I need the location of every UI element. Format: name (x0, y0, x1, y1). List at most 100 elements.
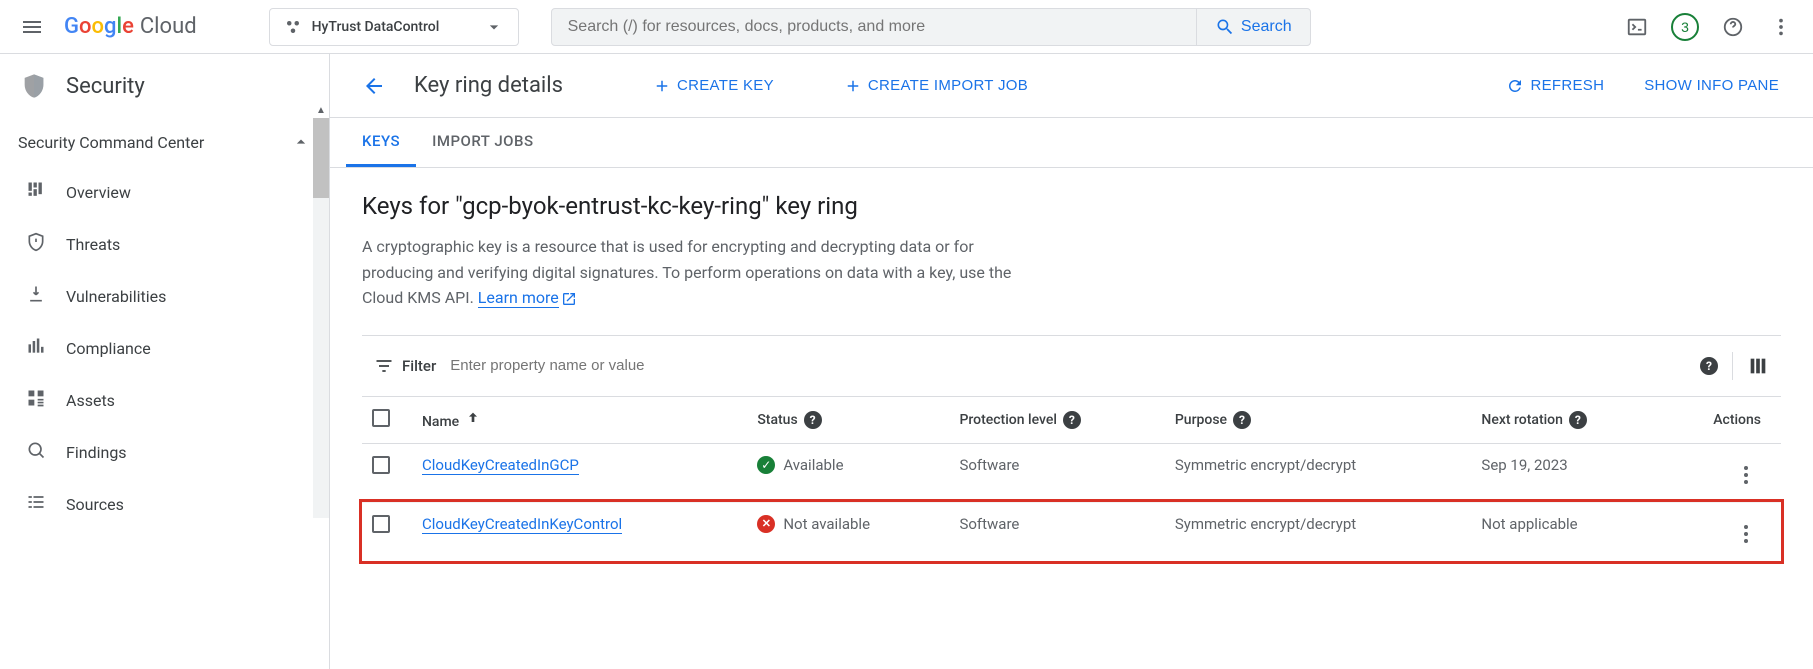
columns-icon (1747, 355, 1769, 377)
security-shield-icon (20, 72, 48, 100)
left-sidebar: Security Security Command Center Overvie… (0, 54, 330, 669)
refresh-button[interactable]: REFRESH (1496, 71, 1614, 101)
more-options-button[interactable] (1761, 7, 1801, 47)
error-circle-icon: ✕ (757, 515, 775, 533)
filter-input[interactable] (446, 353, 1684, 378)
sidebar-item-assets[interactable]: Assets (0, 374, 329, 426)
notifications-button[interactable]: 3 (1665, 7, 1705, 47)
create-import-job-label: CREATE IMPORT JOB (868, 77, 1028, 94)
list-icon (26, 492, 46, 516)
help-button[interactable] (1713, 7, 1753, 47)
purpose-help-icon[interactable]: ? (1233, 411, 1251, 429)
search-button[interactable]: Search (1196, 9, 1310, 45)
column-header-protection[interactable]: Protection level? (949, 397, 1164, 444)
rotation-cell: Sep 19, 2023 (1471, 443, 1662, 502)
column-display-button[interactable] (1747, 346, 1769, 386)
learn-more-link[interactable]: Learn more (478, 288, 559, 308)
project-name-label: HyTrust DataControl (312, 19, 440, 35)
content-description: A cryptographic key is a resource that i… (362, 234, 1022, 311)
status-cell: ✓Available (757, 456, 939, 474)
assets-icon (26, 388, 46, 412)
row-actions-button[interactable] (1731, 519, 1761, 549)
compliance-icon (26, 336, 46, 360)
google-cloud-logo[interactable]: Google Cloud (64, 14, 197, 39)
sidebar-item-sources[interactable]: Sources (0, 478, 329, 530)
sidebar-item-vulnerabilities[interactable]: Vulnerabilities (0, 270, 329, 322)
hamburger-icon (20, 15, 44, 39)
key-name-link[interactable]: CloudKeyCreatedInGCP (422, 456, 579, 475)
hamburger-menu-button[interactable] (12, 7, 52, 47)
dashboard-icon (26, 180, 46, 204)
column-header-status[interactable]: Status? (747, 397, 949, 444)
rotation-cell: Not applicable (1471, 502, 1662, 561)
filter-help-button[interactable]: ? (1700, 357, 1718, 375)
create-import-job-button[interactable]: CREATE IMPORT JOB (834, 71, 1038, 101)
column-header-rotation[interactable]: Next rotation? (1471, 397, 1662, 444)
search-input[interactable] (552, 18, 1196, 36)
top-bar: Google Cloud HyTrust DataControl Search … (0, 0, 1813, 54)
external-link-icon (561, 291, 577, 307)
scrollbar-thumb[interactable] (313, 118, 329, 198)
purpose-cell: Symmetric encrypt/decrypt (1165, 443, 1472, 502)
filter-label: Filter (374, 356, 436, 376)
show-info-panel-button[interactable]: SHOW INFO PANE (1634, 71, 1789, 100)
sidebar-item-findings[interactable]: Findings (0, 426, 329, 478)
sidebar-item-overview[interactable]: Overview (0, 166, 329, 218)
terminal-icon (1626, 16, 1648, 38)
rotation-help-icon[interactable]: ? (1569, 411, 1587, 429)
status-cell: ✕Not available (757, 515, 939, 533)
sidebar-item-compliance[interactable]: Compliance (0, 322, 329, 374)
key-name-link[interactable]: CloudKeyCreatedInKeyControl (422, 515, 622, 534)
row-actions-button[interactable] (1731, 460, 1761, 490)
status-help-icon[interactable]: ? (804, 411, 822, 429)
column-header-purpose[interactable]: Purpose? (1165, 397, 1472, 444)
sidebar-product-title: Security (66, 74, 145, 99)
notification-badge: 3 (1671, 13, 1699, 41)
google-wordmark: Google (64, 14, 134, 39)
sidebar-item-label: Overview (66, 183, 131, 202)
refresh-label: REFRESH (1530, 77, 1604, 94)
tabs: KEYSIMPORT JOBS (330, 118, 1813, 168)
create-key-button[interactable]: CREATE KEY (643, 71, 784, 101)
protection-cell: Software (949, 502, 1164, 561)
shield-alert-icon (26, 232, 46, 256)
plus-icon (653, 77, 671, 95)
column-header-actions: Actions (1663, 397, 1781, 444)
help-icon (1722, 16, 1744, 38)
protection-help-icon[interactable]: ? (1063, 411, 1081, 429)
project-icon (284, 18, 302, 36)
kebab-icon (1770, 16, 1792, 38)
content-heading: Keys for "gcp-byok-entrust-kc-key-ring" … (362, 192, 1781, 220)
back-button[interactable] (354, 66, 394, 106)
filter-bar: Filter ? (362, 335, 1781, 397)
sidebar-scrollbar[interactable]: ▲ (313, 118, 329, 518)
dropdown-icon (484, 17, 504, 37)
column-header-name[interactable]: Name (412, 397, 747, 444)
search-button-label: Search (1241, 18, 1292, 36)
status-label: Available (783, 456, 843, 474)
sidebar-item-threats[interactable]: Threats (0, 218, 329, 270)
sidebar-header: Security (0, 54, 329, 118)
purpose-cell: Symmetric encrypt/decrypt (1165, 502, 1472, 561)
content-area: Keys for "gcp-byok-entrust-kc-key-ring" … (330, 168, 1813, 669)
description-text: A cryptographic key is a resource that i… (362, 237, 1011, 307)
cloud-shell-button[interactable] (1617, 7, 1657, 47)
select-all-checkbox[interactable] (372, 409, 390, 427)
sidebar-section-scc[interactable]: Security Command Center (0, 118, 329, 166)
scroll-up-arrow-icon[interactable]: ▲ (313, 102, 329, 118)
sort-ascending-icon (465, 410, 481, 426)
row-checkbox[interactable] (372, 515, 390, 533)
keys-table: Name Status? Protection level? Purpose? … (362, 397, 1781, 562)
main-header: Key ring details CREATE KEY CREATE IMPOR… (330, 54, 1813, 118)
sidebar-item-label: Findings (66, 443, 127, 462)
refresh-icon (1506, 77, 1524, 95)
project-selector[interactable]: HyTrust DataControl (269, 8, 519, 46)
findings-icon (26, 440, 46, 464)
table-row: CloudKeyCreatedInKeyControl ✕Not availabl… (362, 502, 1781, 561)
plus-icon (844, 77, 862, 95)
row-checkbox[interactable] (372, 456, 390, 474)
tab-import-jobs[interactable]: IMPORT JOBS (416, 118, 549, 167)
tab-keys[interactable]: KEYS (346, 118, 416, 167)
sidebar-item-label: Compliance (66, 339, 151, 358)
top-right-controls: 3 (1617, 7, 1801, 47)
